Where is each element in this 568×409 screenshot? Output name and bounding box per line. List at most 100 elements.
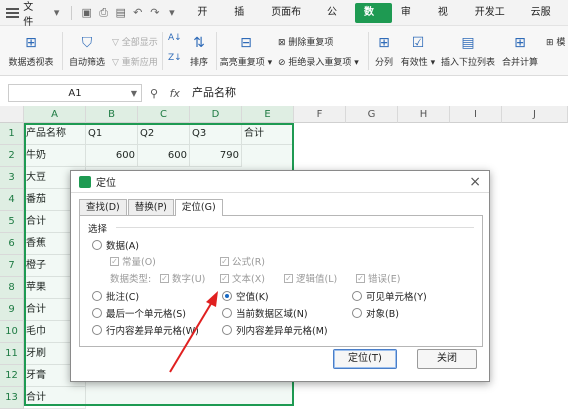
column-header[interactable]: A [24,106,86,123]
zoom-icon[interactable]: ⚲ [150,87,158,100]
checkbox[interactable]: ✓ [160,273,169,283]
row-header[interactable]: 9 [0,299,24,321]
checkbox[interactable]: ✓ [284,273,293,283]
tab-replace[interactable]: 替换(P) [127,199,174,215]
print-icon[interactable]: ⎙ [95,6,112,20]
option-object[interactable]: 对象(B) [352,306,399,320]
chevron-down-icon[interactable]: ▾ [163,6,180,19]
tab-insert[interactable]: 插入 [225,3,262,38]
checkbox[interactable]: ✓ [110,256,119,266]
row-header[interactable]: 5 [0,211,24,233]
tab-review[interactable]: 审阅 [392,3,429,38]
tab-cloud[interactable]: 云服务 [522,3,568,38]
option-constant[interactable]: ✓ 常量(O) [110,254,156,268]
sort-button[interactable]: ⇅ 排序 [186,34,212,68]
tab-home[interactable]: 开始 [188,3,225,38]
cell-c1[interactable]: Q2 [138,123,190,145]
column-header[interactable]: D [190,106,242,123]
menu-icon[interactable] [6,7,20,18]
pivot-table-button[interactable]: ⊞ 数据透视表 [6,34,56,68]
radio-button[interactable] [92,291,102,301]
cell-a1[interactable]: 产品名称 [24,123,86,145]
formula-input[interactable]: 产品名称 [188,84,568,102]
row-header[interactable]: 11 [0,343,24,365]
cell-d1[interactable]: Q3 [190,123,242,145]
tab-developer[interactable]: 开发工具 [466,3,522,38]
radio-button[interactable] [222,308,232,318]
undo-icon[interactable]: ↶ [129,6,146,19]
tab-data[interactable]: 数据 [354,2,392,38]
option-logical[interactable]: ✓ 逻辑值(L) [284,271,337,285]
sort-descending-icon[interactable]: Z↓ [168,53,182,63]
radio-button[interactable] [222,325,232,335]
option-data[interactable]: 数据(A) [92,238,139,252]
close-button[interactable]: 关闭 [417,349,477,369]
sort-ascending-icon[interactable]: A↓ [168,33,182,43]
cell-a13[interactable]: 合计 [24,387,86,409]
option-error[interactable]: ✓ 错误(E) [356,271,400,285]
highlight-duplicates-button[interactable]: ⊟ 高亮重复项 ▾ [218,34,274,68]
row-header[interactable]: 10 [0,321,24,343]
tab-page-layout[interactable]: 页面布局 [262,3,318,38]
chevron-down-icon[interactable]: ▾ [48,6,65,19]
redo-icon[interactable]: ↷ [146,6,163,19]
goto-button[interactable]: 定位(T) [333,349,397,369]
cell-b2[interactable]: 600 [86,145,138,167]
row-header[interactable]: 6 [0,233,24,255]
option-col-diff[interactable]: 列内容差异单元格(M) [222,323,328,337]
row-header[interactable]: 12 [0,365,24,387]
option-formula[interactable]: ✓ 公式(R) [220,254,265,268]
file-menu[interactable]: 文件 [23,0,42,28]
checkbox[interactable]: ✓ [220,256,229,266]
tab-find[interactable]: 查找(D) [79,199,127,215]
radio-button[interactable] [352,308,362,318]
option-visible[interactable]: 可见单元格(Y) [352,289,427,303]
column-header[interactable]: B [86,106,138,123]
autofilter-button[interactable]: ⛉ 自动筛选 [66,34,108,68]
fx-icon[interactable]: fx [170,87,180,100]
radio-button[interactable] [352,291,362,301]
more-button[interactable]: ⊞ 模 [546,35,565,48]
column-header[interactable]: G [346,106,398,123]
column-header[interactable]: J [502,106,568,123]
cell-c2[interactable]: 600 [138,145,190,167]
option-last-cell[interactable]: 最后一个单元格(S) [92,306,186,320]
option-blank[interactable]: 空值(K) [222,289,269,303]
row-header[interactable]: 4 [0,189,24,211]
option-number[interactable]: ✓ 数字(U) [160,271,205,285]
option-comment[interactable]: 批注(C) [92,289,139,303]
option-current-region[interactable]: 当前数据区域(N) [222,306,308,320]
option-row-diff[interactable]: 行内容差异单元格(W) [92,323,199,337]
tab-goto[interactable]: 定位(G) [174,199,223,216]
chevron-down-icon[interactable]: ▼ [131,89,137,98]
delete-duplicates-button[interactable]: ⊠ 删除重复项 [278,35,333,48]
show-all-button[interactable]: ▽ 全部显示 [112,35,158,48]
cell-e1[interactable]: 合计 [242,123,294,145]
column-header[interactable]: I [450,106,502,123]
checkbox[interactable]: ✓ [220,273,229,283]
reapply-button[interactable]: ▽ 重新应用 [112,55,158,68]
radio-button-selected[interactable] [222,291,232,301]
row-header[interactable]: 13 [0,387,24,409]
save-icon[interactable]: ▣ [78,6,95,19]
insert-dropdown-button[interactable]: ▤ 插入下拉列表 [440,34,496,68]
radio-button[interactable] [92,325,102,335]
row-header[interactable]: 3 [0,167,24,189]
cell-d2[interactable]: 790 [190,145,242,167]
validity-button[interactable]: ☑ 有效性 ▾ [398,34,438,68]
row-header[interactable]: 8 [0,277,24,299]
option-text[interactable]: ✓ 文本(X) [220,271,265,285]
consolidate-button[interactable]: ⊞ 合并计算 [498,34,542,68]
print-preview-icon[interactable]: ▤ [112,6,129,19]
radio-button[interactable] [92,240,102,250]
checkbox[interactable]: ✓ [356,273,365,283]
reject-duplicates-button[interactable]: ⊘ 拒绝录入重复项 ▾ [278,55,359,68]
tab-view[interactable]: 视图 [429,3,466,38]
split-button[interactable]: ⊞ 分列 [372,34,396,68]
row-header[interactable]: 7 [0,255,24,277]
cell-b1[interactable]: Q1 [86,123,138,145]
close-icon[interactable]: × [469,174,481,190]
column-header[interactable]: C [138,106,190,123]
column-header[interactable]: F [294,106,346,123]
column-header[interactable]: H [398,106,450,123]
